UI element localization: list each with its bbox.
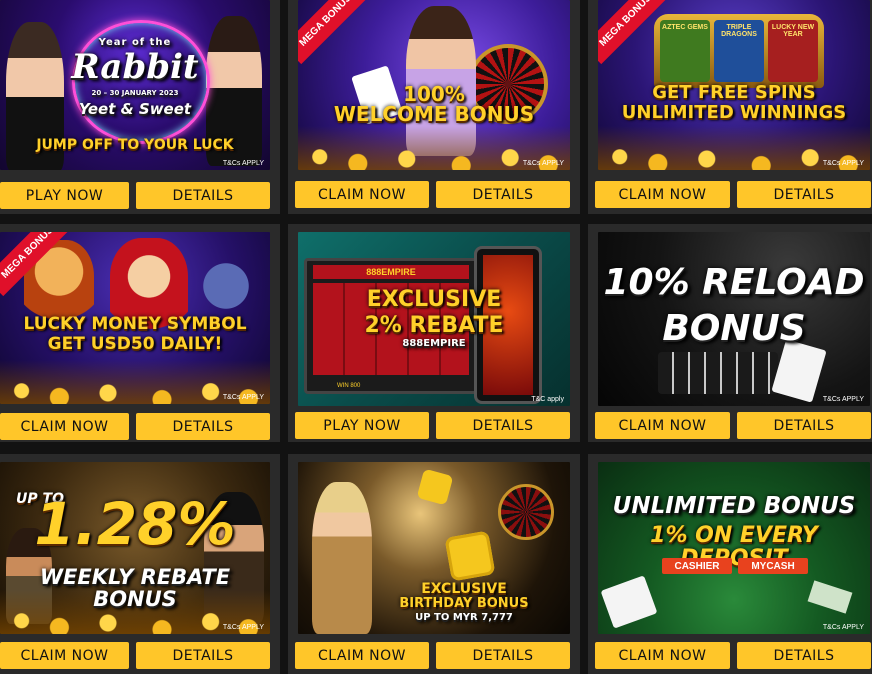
details-button[interactable]: DETAILS [436, 181, 570, 208]
slot-machine: AZTEC GEMS TRIPLE DRAGONS LUCKY NEW YEAR [654, 14, 824, 88]
promo-title: GET FREE SPINS [652, 82, 816, 103]
terms-note: T&Cs APPLY [522, 160, 564, 167]
chips-stack [658, 352, 778, 394]
terms-note: T&Cs APPLY [822, 160, 864, 167]
details-button[interactable]: DETAILS [436, 642, 570, 669]
promo-title: EXCLUSIVE [421, 581, 507, 597]
promo-title: Rabbit [71, 47, 199, 87]
promo-subtitle: GET USD50 DAILY! [47, 334, 223, 354]
terms-note: T&Cs APPLY [222, 624, 264, 631]
promo-banner-rebate[interactable]: 888EMPIRE WIN 800 EXCLUSIVE 2% REBATE 88… [298, 232, 570, 406]
promo-banner-lucky-money[interactable]: MEGA BONUS LUCKY MONEY SYMBOL GET USD50 … [0, 232, 270, 404]
promo-brand: 888EMPIRE [402, 338, 466, 349]
terms-note: T&Cs APPLY [222, 160, 264, 167]
promo-title: UNLIMITED BONUS [612, 493, 856, 519]
details-button[interactable]: DETAILS [737, 642, 871, 669]
promo-banner-rabbit[interactable]: Year of the Rabbit 20 – 30 JANUARY 2023 … [0, 0, 270, 170]
promo-card: MEGA BONUS 100% WELCOME BONUS T&Cs APPLY… [288, 0, 580, 214]
promo-banner-reload[interactable]: 10% RELOAD BONUS T&Cs APPLY [598, 232, 870, 406]
promo-card: 888EMPIRE WIN 800 EXCLUSIVE 2% REBATE 88… [288, 224, 580, 442]
promo-banner-birthday[interactable]: EXCLUSIVE BIRTHDAY BONUS UP TO MYR 7,777 [298, 462, 570, 634]
claim-now-button[interactable]: CLAIM NOW [0, 642, 129, 669]
details-button[interactable]: DETAILS [436, 412, 570, 439]
promo-tagline: Yeet & Sweet [78, 100, 192, 118]
roulette-wheel [498, 484, 554, 540]
cashier-chip: CASHIER [662, 558, 732, 574]
details-button[interactable]: DETAILS [136, 642, 270, 669]
promo-card: AZTEC GEMS TRIPLE DRAGONS LUCKY NEW YEAR… [588, 0, 872, 214]
host-figure [312, 482, 372, 634]
dice-large [444, 530, 496, 582]
promo-title: EXCLUSIVE [366, 287, 502, 312]
play-now-button[interactable]: PLAY NOW [295, 412, 429, 439]
claim-now-button[interactable]: CLAIM NOW [595, 642, 730, 669]
claim-now-button[interactable]: CLAIM NOW [595, 412, 730, 439]
promo-amount: UP TO MYR 7,777 [415, 612, 513, 623]
play-now-button[interactable]: PLAY NOW [0, 182, 129, 209]
claim-now-button[interactable]: CLAIM NOW [595, 181, 730, 208]
promo-banner-weekly-rebate[interactable]: UP TO 1.28% WEEKLY REBATE BONUS T&Cs APP… [0, 462, 270, 634]
terms-note: T&C apply [531, 396, 564, 403]
promo-subtitle: WELCOME BONUS [333, 102, 535, 126]
promo-subtitle: 2% REBATE [364, 313, 504, 338]
promo-title: 10% RELOAD [603, 262, 865, 303]
details-button[interactable]: DETAILS [737, 412, 871, 439]
promo-banner-free-spins[interactable]: AZTEC GEMS TRIPLE DRAGONS LUCKY NEW YEAR… [598, 0, 870, 170]
terms-note: T&Cs APPLY [822, 396, 864, 403]
promo-card: Year of the Rabbit 20 – 30 JANUARY 2023 … [0, 0, 280, 214]
promo-title: 1.28% [34, 490, 236, 558]
promo-title: LUCKY MONEY SYMBOL [23, 314, 247, 334]
details-button[interactable]: DETAILS [737, 181, 871, 208]
claim-now-button[interactable]: CLAIM NOW [0, 413, 129, 440]
claim-now-button[interactable]: CLAIM NOW [295, 642, 429, 669]
promo-card: UNLIMITED BONUS 1% ON EVERY DEPOSIT CASH… [588, 454, 872, 674]
promo-card: UP TO 1.28% WEEKLY REBATE BONUS T&Cs APP… [0, 454, 280, 674]
promo-subtitle: BONUS [662, 308, 806, 349]
promo-card: EXCLUSIVE BIRTHDAY BONUS UP TO MYR 7,777… [288, 454, 580, 674]
slot-win-text: WIN 800 [337, 383, 361, 389]
promo-subtitle: WEEKLY REBATE BONUS [39, 565, 231, 612]
promo-subtitle: UNLIMITED WINNINGS [621, 102, 847, 123]
promo-subtitle: 1% ON EVERY DEPOSIT [650, 523, 818, 572]
details-button[interactable]: DETAILS [136, 182, 270, 209]
promo-banner-unlimited-bonus[interactable]: UNLIMITED BONUS 1% ON EVERY DEPOSIT CASH… [598, 462, 870, 634]
claim-now-button[interactable]: CLAIM NOW [295, 181, 429, 208]
terms-note: T&Cs APPLY [822, 624, 864, 631]
promo-date: 20 – 30 JANUARY 2023 [91, 89, 179, 97]
reel-aztec-gems: AZTEC GEMS [660, 20, 710, 82]
mycash-chip: MYCASH [738, 558, 808, 574]
details-button[interactable]: DETAILS [136, 413, 270, 440]
promo-subtitle: BIRTHDAY BONUS [399, 596, 529, 611]
promo-card: 10% RELOAD BONUS T&Cs APPLY CLAIM NOW DE… [588, 224, 872, 442]
reel-lucky-new-year: LUCKY NEW YEAR [768, 20, 818, 82]
terms-note: T&Cs APPLY [222, 394, 264, 401]
promo-card: MEGA BONUS LUCKY MONEY SYMBOL GET USD50 … [0, 224, 280, 442]
promo-subtitle: JUMP OFF TO YOUR LUCK [36, 137, 234, 153]
slot-screen-label: 888EMPIRE [313, 265, 469, 279]
promo-banner-welcome[interactable]: MEGA BONUS 100% WELCOME BONUS T&Cs APPLY [298, 0, 570, 170]
reel-triple-dragons: TRIPLE DRAGONS [714, 20, 764, 82]
